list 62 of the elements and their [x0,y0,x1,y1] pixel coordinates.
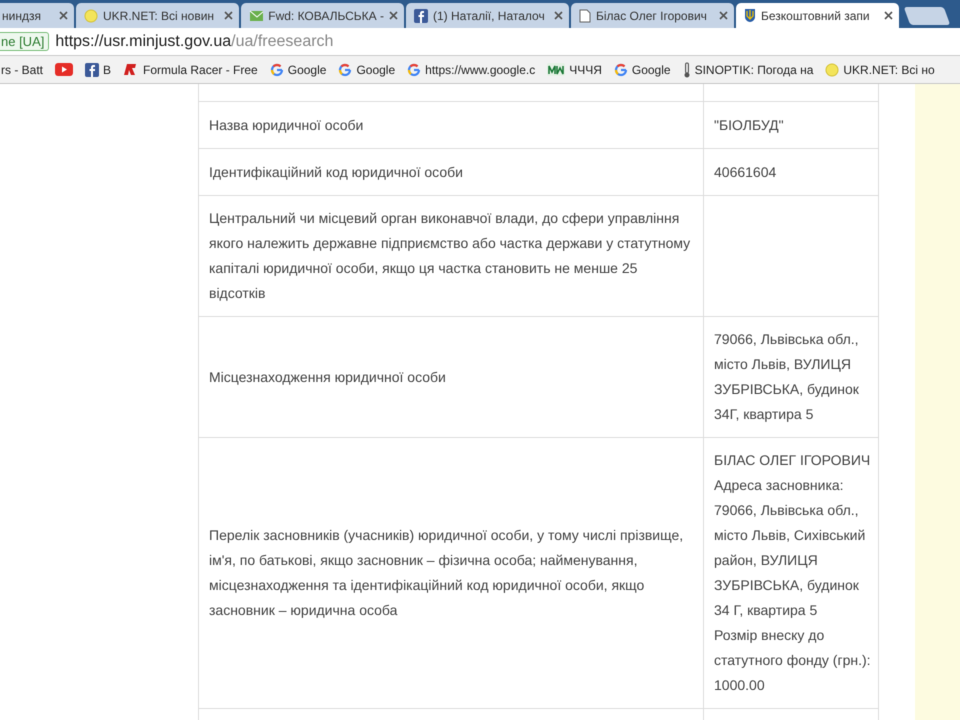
bookmark[interactable]: Google [270,62,326,76]
field-value: 79066, Львівська обл., [714,501,860,520]
play-button-icon [55,63,74,76]
field-value: 1000.00 [714,676,766,695]
close-icon[interactable] [389,11,398,20]
bookmark[interactable]: Google [614,62,671,76]
new-tab-button[interactable] [904,7,950,25]
close-icon[interactable] [884,11,893,20]
browser-tab[interactable]: ниндзя [0,3,74,28]
round-logo-icon [825,62,840,76]
field-value: БІЛАС ОЛЕГ ІГОРОВИЧ [714,451,868,470]
field-value: статутного фонду (грн.): [714,651,868,670]
bookmark[interactable]: UKR.NET: Всі но [825,62,935,76]
field-value: 40661604 [714,162,778,182]
facebook-icon [85,62,100,76]
google-g-icon [407,62,422,76]
bookmark[interactable]: SINOPTIK: Погода на [682,62,814,78]
field-value: 34 Г, квартира 5 [714,601,818,620]
close-icon[interactable] [224,11,233,20]
browser-tab[interactable]: UKR.NET: Всі новин [76,3,239,28]
browser-tab[interactable]: Безкоштовний запи [736,3,899,28]
close-icon[interactable] [59,11,68,20]
close-icon[interactable] [554,11,563,20]
site-logo-icon [547,63,566,76]
bookmark[interactable]: https://www.google.c [407,62,536,76]
close-icon[interactable] [719,11,728,20]
bookmark[interactable]: Google [338,62,396,76]
google-g-icon [338,62,352,76]
thermometer-icon [682,62,691,78]
field-value: ЗУБРІВСЬКА, будинок [714,380,860,399]
browser-tab[interactable]: (1) Наталії, Наталоч [406,3,569,28]
document-icon [579,8,591,22]
field-value: місто Львів, Сихівський [714,526,866,545]
field-value: 79066, Львівська обл., [714,330,860,349]
browser-tab[interactable]: Fwd: КОВАЛЬСЬКА - [241,3,404,28]
field-value: ЗУБРІВСЬКА, будинок [714,576,860,595]
trident-shield-icon [744,8,756,23]
table-cell: Місцезнаходження юридичної особи [198,317,703,437]
table-cell: Ідентифікаційний код юридичної особи [198,149,703,195]
table-cell: Перелік засновників (учасників) юридичної особи, у тому числі прізвище, ім'я, по батькові, якщо засновник – фізична особа; найменування, місцезнаходження та ідентифікаційний код юридичної особи, якщо засновник – юридична особа [198,438,703,708]
google-g-icon [270,62,284,76]
bookmark[interactable]: Formula Racer - Free [123,62,258,76]
url-host: https://usr.minjust.gov.ua [55,32,232,50]
field-value: "БІОЛБУД" [714,116,785,135]
url-path: /ua/freesearch [231,32,334,50]
google-g-icon [614,62,628,76]
field-value: район, ВУЛИЦЯ [714,551,819,570]
bookmark[interactable]: ЧЧЧЯ [547,62,602,76]
bookmark[interactable]: B [85,62,112,76]
table-cell: Центральний чи місцевий орган виконавчої влади, до сфери управління якого належить державне підприємство або частка держави у статутному капіталі юридичної особи, якщо ця частка становить не менше 25 відсотків [198,196,703,316]
field-value: Розмір внеску до [714,626,826,645]
field-value: Адреса засновника: [714,476,845,495]
bookmark[interactable]: rs - Batt [1,62,44,76]
security-chip[interactable]: ne [UA] [0,32,50,51]
envelope-icon [249,8,264,22]
field-value: 34Г, квартира 5 [714,405,814,424]
field-value: місто Львів, ВУЛИЦЯ [714,355,852,374]
facebook-icon [414,8,428,22]
round-logo-icon [84,8,98,22]
bookmark[interactable] [55,63,74,76]
browser-tab[interactable]: Білас Олег Ігорович [571,3,734,28]
table-cell: Назва юридичної особи [198,102,703,148]
